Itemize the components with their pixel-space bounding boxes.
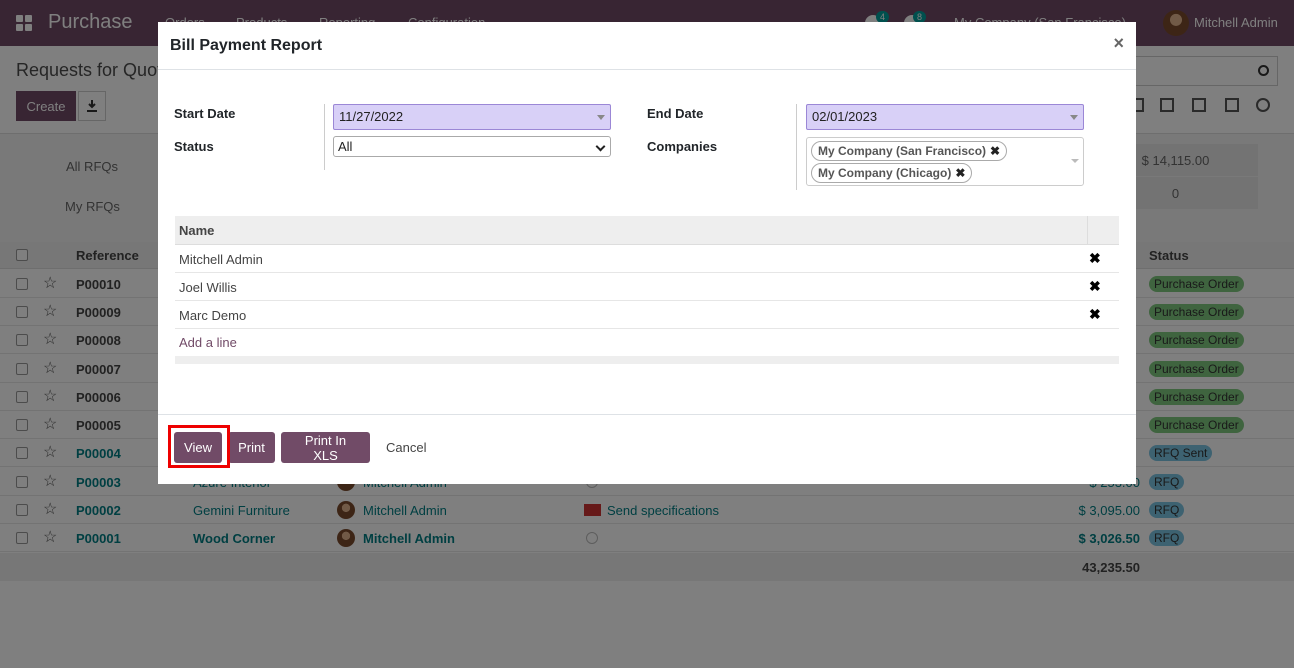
delete-row-icon[interactable]: ✖ bbox=[1089, 250, 1101, 267]
highlight-box bbox=[168, 425, 230, 468]
dialog-footer: View Print Print In XLS Cancel bbox=[158, 414, 1136, 484]
start-date-label: Start Date bbox=[174, 106, 236, 121]
cancel-button[interactable]: Cancel bbox=[386, 440, 426, 455]
delete-row-icon[interactable]: ✖ bbox=[1089, 278, 1101, 295]
status-select[interactable]: All bbox=[333, 136, 611, 157]
status-value: All bbox=[338, 139, 353, 154]
chevron-down-icon bbox=[597, 115, 605, 120]
status-label: Status bbox=[174, 139, 214, 154]
companies-label: Companies bbox=[647, 139, 718, 154]
field-divider bbox=[324, 104, 325, 170]
column-divider bbox=[1087, 216, 1088, 245]
start-date-input[interactable]: 11/27/2022 bbox=[333, 104, 611, 130]
table-row[interactable]: Marc Demo ✖ bbox=[175, 301, 1119, 329]
remove-tag-icon[interactable]: ✖ bbox=[990, 144, 1000, 158]
table-row[interactable]: Mitchell Admin ✖ bbox=[175, 245, 1119, 273]
table-row[interactable]: Joel Willis ✖ bbox=[175, 273, 1119, 301]
chevron-down-icon[interactable] bbox=[1071, 159, 1079, 163]
field-divider bbox=[796, 104, 797, 190]
add-line-link[interactable]: Add a line bbox=[179, 335, 237, 350]
close-icon[interactable]: × bbox=[1113, 33, 1124, 54]
add-line-row: Add a line bbox=[175, 329, 1119, 357]
remove-tag-icon[interactable]: ✖ bbox=[955, 166, 965, 180]
column-name: Name bbox=[179, 223, 215, 238]
companies-many2many-input[interactable]: My Company (San Francisco) ✖ My Company (… bbox=[806, 137, 1084, 186]
table-header: Name bbox=[175, 216, 1119, 245]
table-footer bbox=[175, 356, 1119, 364]
chevron-down-icon bbox=[595, 141, 606, 152]
print-button[interactable]: Print bbox=[228, 432, 275, 463]
company-tag: My Company (Chicago) ✖ bbox=[811, 163, 973, 183]
bill-payment-report-dialog: Bill Payment Report × Start Date 11/27/2… bbox=[158, 22, 1136, 484]
company-tag-label: My Company (San Francisco) bbox=[818, 144, 987, 158]
row-name: Joel Willis bbox=[179, 280, 237, 295]
chevron-down-icon bbox=[1070, 115, 1078, 120]
end-date-input[interactable]: 02/01/2023 bbox=[806, 104, 1084, 130]
row-name: Mitchell Admin bbox=[179, 252, 263, 267]
dialog-title: Bill Payment Report bbox=[170, 37, 323, 54]
dialog-header: Bill Payment Report × bbox=[158, 22, 1136, 70]
company-tag-label: My Company (Chicago) bbox=[818, 166, 952, 180]
row-name: Marc Demo bbox=[179, 308, 247, 323]
company-tag: My Company (San Francisco) ✖ bbox=[811, 141, 1008, 161]
end-date-value: 02/01/2023 bbox=[812, 109, 878, 124]
print-xls-button[interactable]: Print In XLS bbox=[281, 432, 370, 463]
end-date-label: End Date bbox=[647, 106, 704, 121]
start-date-value: 11/27/2022 bbox=[339, 109, 404, 124]
delete-row-icon[interactable]: ✖ bbox=[1089, 306, 1101, 323]
